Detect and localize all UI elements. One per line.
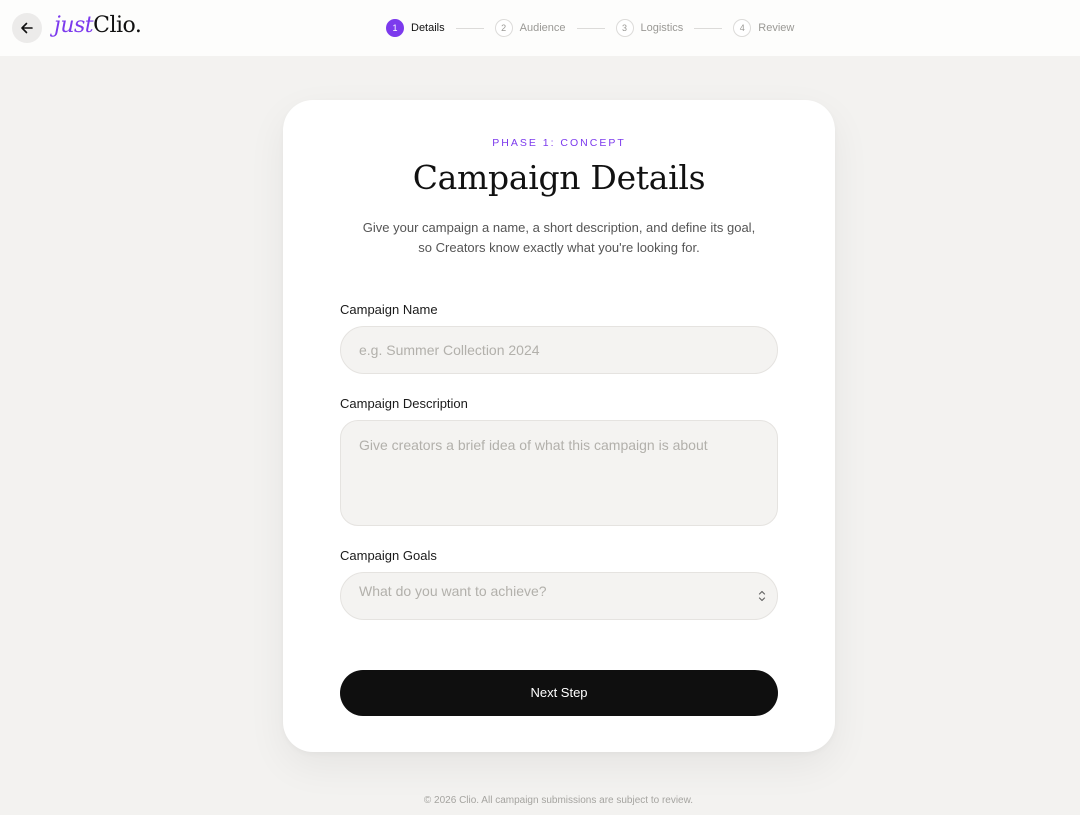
step-number: 1 xyxy=(386,19,404,37)
logo-prefix: just xyxy=(54,13,94,38)
campaign-description-placeholder: Give creators a brief idea of what this … xyxy=(359,437,708,453)
back-button[interactable] xyxy=(12,13,42,43)
campaign-goals-select[interactable]: What do you want to achieve? xyxy=(340,572,778,620)
step-connector xyxy=(694,27,723,29)
progress-steps: 1 Details 2 Audience 3 Logistics 4 Revie… xyxy=(386,18,794,38)
step-audience[interactable]: 2 Audience xyxy=(494,19,566,37)
step-label: Audience xyxy=(519,22,566,34)
step-number: 3 xyxy=(615,19,634,37)
step-connector xyxy=(576,27,605,29)
step-number: 2 xyxy=(494,19,513,37)
step-details[interactable]: 1 Details xyxy=(386,19,445,37)
footer-text: © 2026 Clio. All campaign submissions ar… xyxy=(423,795,694,806)
campaign-goals-placeholder: What do you want to achieve? xyxy=(359,583,547,599)
campaign-goals-label: Campaign Goals xyxy=(340,548,437,563)
top-bar: justClio. 1 Details 2 Audience 3 Logisti… xyxy=(0,0,1080,56)
campaign-name-label: Campaign Name xyxy=(340,302,438,317)
page-title: Campaign Details xyxy=(412,158,706,197)
step-connector xyxy=(455,27,484,29)
subtitle-line: Give your campaign a name, a short descr… xyxy=(362,220,756,235)
campaign-description-label: Campaign Description xyxy=(340,396,468,411)
step-label: Logistics xyxy=(640,22,684,34)
arrow-left-icon xyxy=(21,22,33,34)
step-logistics[interactable]: 3 Logistics xyxy=(615,19,684,37)
campaign-name-placeholder: e.g. Summer Collection 2024 xyxy=(359,342,540,358)
subtitle-line: so Creators know exactly what you're loo… xyxy=(418,240,700,255)
step-label: Review xyxy=(758,22,795,34)
next-step-button[interactable]: Next Step xyxy=(340,670,778,716)
step-label: Details xyxy=(411,22,445,34)
campaign-details-card: PHASE 1: CONCEPT Campaign Details Give y… xyxy=(283,100,835,752)
logo[interactable]: justClio. xyxy=(54,12,142,40)
chevron-up-down-icon xyxy=(758,590,766,602)
step-number: 4 xyxy=(733,19,752,37)
phase-label: PHASE 1: CONCEPT xyxy=(492,137,626,149)
campaign-name-input[interactable]: e.g. Summer Collection 2024 xyxy=(340,326,778,374)
step-review[interactable]: 4 Review xyxy=(733,19,794,37)
campaign-description-textarea[interactable]: Give creators a brief idea of what this … xyxy=(340,420,778,526)
logo-name: Clio. xyxy=(93,13,142,38)
page-subtitle: Give your campaign a name, a short descr… xyxy=(339,218,779,258)
